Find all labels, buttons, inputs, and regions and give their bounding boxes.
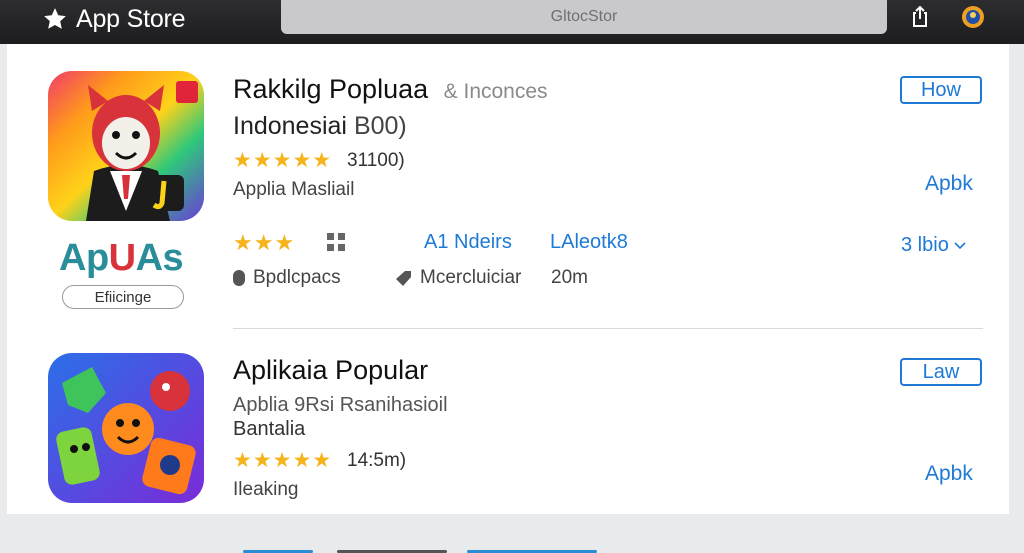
app-subtitle-2: Bantalia xyxy=(233,418,306,440)
app-icon[interactable] xyxy=(48,71,204,221)
wordmark-part: As xyxy=(135,237,184,279)
developer-name: Applia Masliail xyxy=(233,179,355,200)
link-b[interactable]: LAleotk8 xyxy=(550,231,628,254)
rating-stars: ★★★★★ xyxy=(233,449,333,472)
app-title-line: Rakkilg Popluaa & Inconces xyxy=(233,74,548,105)
get-button[interactable]: Law xyxy=(900,358,982,386)
search-bar[interactable] xyxy=(281,0,887,34)
chevron-down-icon xyxy=(954,241,966,249)
share-icon[interactable] xyxy=(908,5,932,29)
app-wordmark: ApUAs xyxy=(59,237,184,280)
app-subtitle: Indonesiai xyxy=(233,112,347,140)
more-label: 3 lbio xyxy=(901,234,949,256)
meta-b: Mcercluiciar xyxy=(420,267,522,288)
app-name[interactable]: Rakkilg Popluaa xyxy=(233,74,428,104)
app-subtitle: Apblia 9Rsi Rsanihasioil xyxy=(233,394,448,416)
wordmark-part: Ap xyxy=(59,237,109,279)
search-input[interactable] xyxy=(281,7,887,27)
developer-name: Ileaking xyxy=(233,479,299,500)
app-title: App Store xyxy=(76,4,186,33)
row-stars: ★★★ xyxy=(233,230,296,255)
brand[interactable]: App Store xyxy=(42,4,186,34)
rating-stars: ★★★★★ xyxy=(233,149,333,172)
app-name[interactable]: Aplikaia Popular xyxy=(233,355,428,386)
grid-icon[interactable] xyxy=(325,231,347,253)
rating-count: 14:5m) xyxy=(347,450,407,471)
profile-icon[interactable] xyxy=(961,5,985,29)
bullet-icon xyxy=(233,270,245,286)
rating-count: 31100) xyxy=(347,150,405,171)
app-category: & Inconces xyxy=(443,80,548,103)
divider xyxy=(233,328,983,329)
star-icon xyxy=(44,8,66,29)
meta-a: Bpdlcpacs xyxy=(253,267,341,288)
link-a[interactable]: A1 Ndeirs xyxy=(424,231,512,254)
top-bar: App Store xyxy=(0,0,1024,44)
app-icon[interactable] xyxy=(48,353,204,503)
app-side-link[interactable]: Apbk xyxy=(925,172,973,196)
app-subtitle-suffix: B00) xyxy=(353,112,407,140)
meta-c: 20m xyxy=(551,267,588,288)
tag-icon xyxy=(396,271,411,286)
edit-button[interactable]: Efiicinge xyxy=(62,285,184,309)
app-subtitle-line: Indonesiai B00) xyxy=(233,112,407,141)
app-side-link[interactable]: Apbk xyxy=(925,462,973,486)
wordmark-part: U xyxy=(108,237,136,279)
get-button[interactable]: How xyxy=(900,76,982,104)
more-dropdown[interactable]: 3 lbio xyxy=(901,234,967,257)
app-list-panel: ApUAs Efiicinge Rakkilg Popluaa & Inconc… xyxy=(7,44,1009,553)
